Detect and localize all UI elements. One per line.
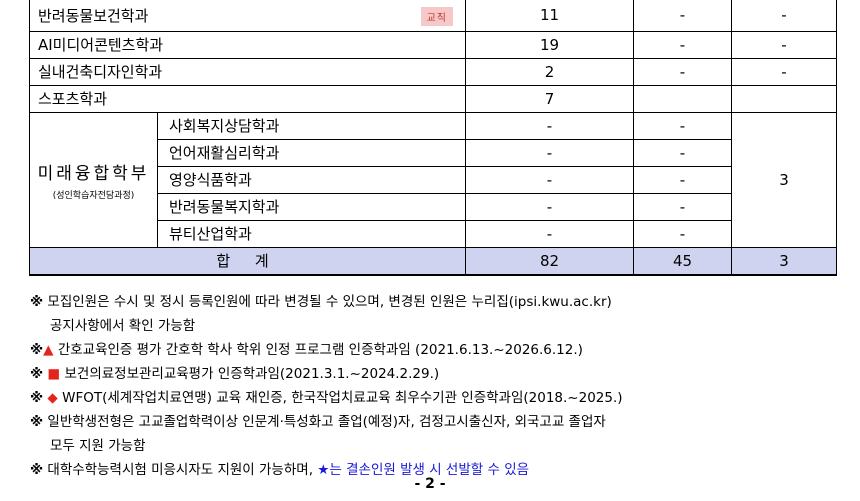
note-text: WFOT(세계작업치료연맹) 교육 재인증, 한국작업치료교육 최우수기관 인증…	[62, 390, 623, 406]
note-text: 모집인원은 수시 및 정시 등록인원에 따라 변경될 수 있으며, 변경된 인원…	[47, 294, 612, 310]
teaching-badge: 교직	[420, 6, 453, 26]
total-label: 합 계	[29, 246, 466, 276]
table-row: AI미디어콘텐츠학과 19 - -	[29, 30, 837, 59]
division-merged-quota: 3	[731, 111, 837, 248]
note-5-continued: 모두 지원 가능함	[30, 434, 830, 458]
quota-cell: -	[633, 138, 732, 167]
division-title: 미래융합학부	[37, 163, 150, 184]
note-text: 공지사항에서 확인 가능함	[50, 318, 196, 334]
table-row: 스포츠학과 7	[29, 84, 837, 113]
total-cell: 45	[633, 246, 732, 276]
quota-cell: -	[633, 192, 732, 221]
table-row: 반려동물보건학과 교직 11 - -	[29, 0, 837, 32]
note-mark: ※	[30, 390, 44, 406]
quota-table: 반려동물보건학과 교직 11 - - AI미디어콘텐츠학과 19 - - 실내건…	[29, 0, 837, 276]
dept-name: 반려동물보건학과	[38, 6, 149, 25]
note-mark: ※	[30, 342, 44, 358]
note-1: ※ 모집인원은 수시 및 정시 등록인원에 따라 변경될 수 있으며, 변경된 …	[30, 290, 830, 314]
total-cell: 3	[731, 246, 837, 276]
note-1-continued: 공지사항에서 확인 가능함	[30, 314, 830, 338]
total-cell: 82	[465, 246, 634, 276]
total-row: 합 계 82 45 3	[29, 246, 837, 276]
quota-cell: -	[633, 111, 732, 140]
square-icon: ■	[47, 366, 61, 382]
division-note: (성인학습자전담과정)	[52, 190, 135, 201]
sub-dept-name: 뷰티산업학과	[157, 219, 466, 248]
note-text: 모두 지원 가능함	[50, 438, 146, 454]
note-mark: ※	[30, 294, 44, 310]
dept-name: 스포츠학과	[29, 84, 466, 113]
sub-dept-name: 영양식품학과	[157, 165, 466, 194]
note-text: 간호교육인증 평가 간호학 학사 학위 인정 프로그램 인증학과임 (2021.…	[57, 342, 583, 358]
sub-dept-name: 사회복지상담학과	[157, 111, 466, 140]
quota-cell: -	[465, 111, 634, 140]
page-number: - 2 -	[414, 476, 446, 492]
quota-cell: -	[465, 192, 634, 221]
note-text: 일반학생전형은 고교졸업학력이상 인문계·특성화고 졸업(예정)자, 검정고시출…	[47, 414, 606, 430]
diamond-icon: ◆	[47, 390, 58, 406]
note-4: ※ ◆ WFOT(세계작업치료연맹) 교육 재인증, 한국작업치료교육 최우수기…	[30, 386, 830, 410]
quota-cell: 2	[465, 57, 634, 86]
dept-name-cell: 반려동물보건학과 교직	[29, 0, 466, 32]
note-text: 보건의료정보관리교육평가 인증학과임(2021.3.1.~2024.2.29.)	[64, 366, 440, 382]
quota-cell: -	[731, 0, 837, 32]
quota-cell: -	[633, 165, 732, 194]
quota-cell: 7	[465, 84, 634, 113]
note-2: ※▲ 간호교육인증 평가 간호학 학사 학위 인정 프로그램 인증학과임 (20…	[30, 338, 830, 362]
table-row: 미래융합학부 (성인학습자전담과정) 사회복지상담학과 - - 3	[29, 111, 837, 248]
quota-cell: 19	[465, 30, 634, 59]
quota-cell	[633, 84, 732, 113]
note-mark: ※	[30, 366, 44, 382]
note-5: ※ 일반학생전형은 고교졸업학력이상 인문계·특성화고 졸업(예정)자, 검정고…	[30, 410, 830, 434]
quota-cell: -	[731, 57, 837, 86]
division-cell: 미래융합학부 (성인학습자전담과정)	[29, 111, 158, 248]
quota-cell: -	[633, 219, 732, 248]
table-row: 실내건축디자인학과 2 - -	[29, 57, 837, 86]
quota-cell: -	[465, 165, 634, 194]
note-mark: ※	[30, 414, 44, 430]
quota-cell: -	[465, 138, 634, 167]
quota-cell: 11	[465, 0, 634, 32]
dept-name: AI미디어콘텐츠학과	[29, 30, 466, 59]
quota-cell: -	[465, 219, 634, 248]
triangle-icon: ▲	[43, 342, 54, 358]
quota-cell: -	[633, 0, 732, 32]
quota-cell: -	[633, 30, 732, 59]
sub-dept-name: 언어재활심리학과	[157, 138, 466, 167]
dept-name: 실내건축디자인학과	[29, 57, 466, 86]
sub-dept-name: 반려동물복지학과	[157, 192, 466, 221]
note-3: ※ ■ 보건의료정보관리교육평가 인증학과임(2021.3.1.~2024.2.…	[30, 362, 830, 386]
quota-cell: -	[633, 57, 732, 86]
quota-cell: -	[731, 30, 837, 59]
quota-cell	[731, 84, 837, 113]
notes-section: ※ 모집인원은 수시 및 정시 등록인원에 따라 변경될 수 있으며, 변경된 …	[30, 290, 830, 482]
